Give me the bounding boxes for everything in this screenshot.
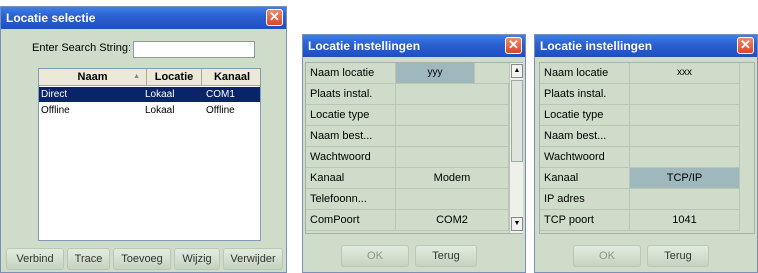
locatie-instellingen-window-modem: Locatie instellingen ✕ Naam locatie yyy … <box>302 34 526 273</box>
setting-name: Naam best... <box>540 126 630 146</box>
setting-name: Plaats instal. <box>306 84 396 104</box>
setting-row[interactable]: Naam locatie xxx <box>540 63 740 84</box>
list-item[interactable]: Offline Lokaal Offline <box>39 103 260 118</box>
locatie-list[interactable]: Naam ▲ Locatie Kanaal Direct Lokaal COM1… <box>38 68 261 241</box>
search-input[interactable] <box>133 41 255 58</box>
verbind-button[interactable]: Verbind <box>6 248 64 270</box>
setting-value[interactable]: TCP/IP <box>630 168 740 188</box>
setting-name: Kanaal <box>306 168 396 188</box>
setting-value[interactable] <box>630 126 740 146</box>
settings-grid: Naam locatie yyy Plaats instal. Locatie … <box>305 62 523 234</box>
setting-row[interactable]: Naam locatie yyy <box>306 63 509 84</box>
setting-value[interactable]: xxx <box>630 63 740 83</box>
window-title: Locatie instellingen <box>308 39 421 53</box>
toevoeg-button[interactable]: Toevoeg <box>113 248 171 270</box>
cell-naam: Offline <box>41 105 70 116</box>
setting-name: Naam best... <box>306 126 396 146</box>
sort-arrow-icon: ▲ <box>133 73 140 80</box>
search-label: Enter Search String: <box>32 42 132 54</box>
setting-row[interactable]: ComPoort COM2 <box>306 210 509 231</box>
setting-name: IP adres <box>540 189 630 209</box>
close-icon[interactable]: ✕ <box>266 9 283 26</box>
setting-row[interactable]: Locatie type <box>306 105 509 126</box>
column-header-naam[interactable]: Naam ▲ <box>39 69 147 86</box>
setting-row[interactable]: Plaats instal. <box>540 84 740 105</box>
setting-row[interactable]: Locatie type <box>540 105 740 126</box>
column-header-kanaal[interactable]: Kanaal <box>202 69 260 86</box>
cell-locatie: Lokaal <box>145 105 175 116</box>
terug-button[interactable]: Terug <box>647 245 709 267</box>
title-bar: Locatie instellingen ✕ <box>303 35 525 57</box>
verwijder-button[interactable]: Verwijder <box>223 248 283 270</box>
setting-name: Locatie type <box>540 105 630 125</box>
window-title: Locatie instellingen <box>540 39 653 53</box>
setting-value[interactable] <box>396 126 509 146</box>
setting-value[interactable] <box>630 84 740 104</box>
setting-row[interactable]: IP adres <box>540 189 740 210</box>
setting-value[interactable]: yyy <box>396 63 475 83</box>
setting-value[interactable] <box>396 105 509 125</box>
close-icon[interactable]: ✕ <box>505 37 522 54</box>
setting-row[interactable]: Telefoonn... <box>306 189 509 210</box>
setting-name: TCP poort <box>540 210 630 230</box>
setting-name: Wachtwoord <box>306 147 396 167</box>
wijzig-button[interactable]: Wijzig <box>174 248 220 270</box>
trace-button[interactable]: Trace <box>67 248 110 270</box>
setting-value[interactable] <box>396 189 509 209</box>
setting-value[interactable]: COM2 <box>396 210 509 230</box>
setting-row[interactable]: Naam best... <box>540 126 740 147</box>
column-header-locatie[interactable]: Locatie <box>147 69 202 86</box>
cell-naam: Direct <box>41 89 68 100</box>
setting-value[interactable]: 1041 <box>630 210 740 230</box>
setting-value[interactable] <box>630 189 740 209</box>
setting-name: ComPoort <box>306 210 396 230</box>
ok-button[interactable]: OK <box>573 245 641 267</box>
scroll-up-icon[interactable]: ▲ <box>511 64 523 78</box>
setting-row[interactable]: Kanaal TCP/IP <box>540 168 740 189</box>
setting-name: Locatie type <box>306 105 396 125</box>
title-bar: Locatie selectie ✕ <box>1 7 286 29</box>
setting-row[interactable]: Kanaal Modem <box>306 168 509 189</box>
setting-name: Naam locatie <box>540 63 630 83</box>
scroll-thumb[interactable] <box>511 80 523 162</box>
list-item[interactable]: Direct Lokaal COM1 <box>39 87 260 102</box>
setting-value[interactable] <box>630 147 740 167</box>
setting-row[interactable]: Wachtwoord <box>540 147 740 168</box>
setting-row[interactable]: Plaats instal. <box>306 84 509 105</box>
ok-button[interactable]: OK <box>341 245 409 267</box>
vertical-scrollbar[interactable]: ▲ ▼ <box>509 63 523 233</box>
locatie-selectie-window: Locatie selectie ✕ Enter Search String: … <box>0 6 287 273</box>
setting-row[interactable]: TCP poort 1041 <box>540 210 740 231</box>
setting-row[interactable]: Wachtwoord <box>306 147 509 168</box>
setting-name: Telefoonn... <box>306 189 396 209</box>
terug-button[interactable]: Terug <box>415 245 477 267</box>
setting-name: Naam locatie <box>306 63 396 83</box>
setting-value[interactable] <box>396 147 509 167</box>
settings-grid: Naam locatie xxx Plaats instal. Locatie … <box>539 62 755 234</box>
title-bar: Locatie instellingen ✕ <box>535 35 757 57</box>
close-icon[interactable]: ✕ <box>737 37 754 54</box>
cell-kanaal: COM1 <box>206 89 235 100</box>
setting-value[interactable] <box>630 105 740 125</box>
setting-name: Kanaal <box>540 168 630 188</box>
setting-row[interactable]: Naam best... <box>306 126 509 147</box>
setting-name: Plaats instal. <box>540 84 630 104</box>
cell-kanaal: Offline <box>206 105 235 116</box>
window-title: Locatie selectie <box>6 11 96 25</box>
locatie-instellingen-window-tcpip: Locatie instellingen ✕ Naam locatie xxx … <box>534 34 758 273</box>
setting-name: Wachtwoord <box>540 147 630 167</box>
setting-value[interactable]: Modem <box>396 168 509 188</box>
cell-locatie: Lokaal <box>145 89 175 100</box>
scroll-down-icon[interactable]: ▼ <box>511 217 523 231</box>
setting-value[interactable] <box>396 84 509 104</box>
